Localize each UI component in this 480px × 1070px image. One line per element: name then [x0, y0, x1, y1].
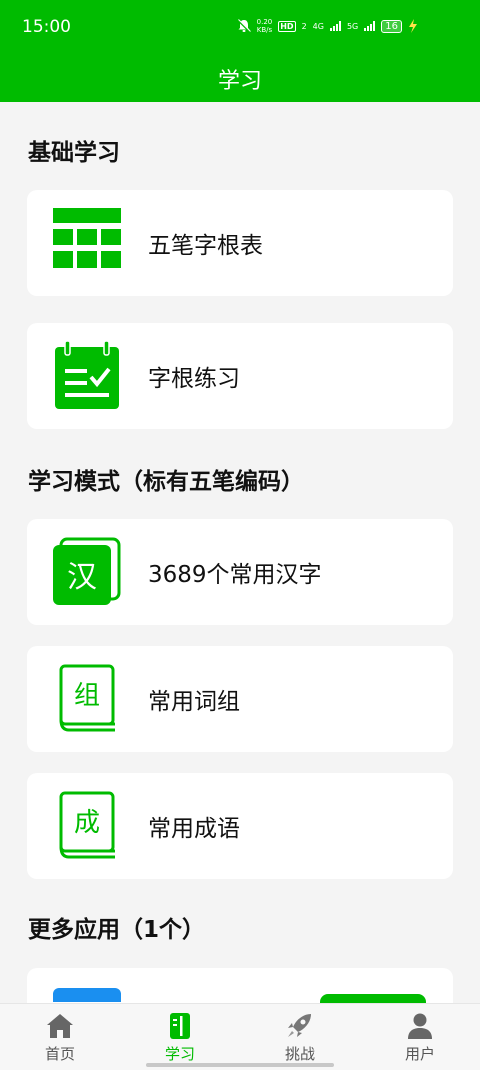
network-4g: 4G: [312, 21, 324, 31]
user-icon: [408, 1013, 432, 1039]
app-icon: [53, 988, 121, 1002]
card-label: 字根练习: [148, 366, 240, 392]
hd-badge: HD: [278, 20, 296, 32]
calendar-check-icon: [55, 341, 119, 409]
home-icon: [47, 1014, 73, 1038]
signal-icon: [364, 21, 376, 31]
nav-challenge[interactable]: 挑战: [240, 1004, 360, 1070]
card-root-practice[interactable]: 字根练习: [27, 323, 453, 429]
han-glyph: 汉: [67, 560, 97, 595]
card-common-phrases[interactable]: 组 常用词组: [27, 646, 453, 752]
home-indicator: [146, 1063, 334, 1067]
zu-glyph: 组: [74, 681, 100, 711]
net-speed: 0.20 KB/s: [256, 18, 273, 34]
mute-bell-icon: [236, 19, 251, 33]
section-title-more: 更多应用（1个）: [28, 917, 206, 943]
page-title: 学习: [217, 69, 262, 94]
card-wubi-table[interactable]: 五笔字根表: [27, 190, 453, 296]
status-time: 15:00: [22, 17, 71, 37]
nav-label: 首页: [44, 1045, 75, 1063]
status-icons: 0.20 KB/s HD 2 4G 5G 16: [236, 18, 418, 34]
card-common-idioms[interactable]: 成 常用成语: [27, 773, 453, 879]
status-bar: 15:00 0.20 KB/s HD 2 4G 5G 16: [0, 0, 480, 56]
nav-label: 挑战: [284, 1045, 315, 1063]
card-label: 常用词组: [148, 689, 240, 715]
nav-study[interactable]: 学习: [120, 1004, 240, 1070]
table-grid-icon: [53, 208, 121, 268]
section-title-mode: 学习模式（标有五笔编码）: [28, 469, 304, 495]
bottom-nav: 首页 学习 挑战 用户: [0, 1003, 480, 1070]
signal-icon: [329, 21, 341, 31]
section-title-basic: 基础学习: [28, 140, 120, 166]
charging-icon: [409, 19, 417, 33]
nav-home[interactable]: 首页: [0, 1004, 120, 1070]
notebook-icon: [170, 1013, 190, 1039]
nav-label: 用户: [404, 1045, 435, 1063]
book-icon: 组: [59, 664, 115, 732]
rocket-icon: [288, 1014, 311, 1037]
card-label: 3689个常用汉字: [148, 562, 322, 588]
network-5g: 5G: [346, 21, 359, 31]
card-label: 五笔字根表: [148, 233, 263, 259]
battery-indicator: 16: [381, 19, 402, 33]
card-label: 常用成语: [148, 816, 240, 842]
sim-index: 2: [301, 21, 307, 31]
cheng-glyph: 成: [74, 808, 100, 838]
book-icon: 成: [59, 791, 115, 859]
app-action-button[interactable]: [320, 994, 426, 1003]
nav-label: 学习: [164, 1045, 195, 1063]
nav-user[interactable]: 用户: [360, 1004, 480, 1070]
app-bar: 学习: [0, 56, 480, 102]
han-character-icon: 汉: [53, 537, 121, 605]
card-common-chars[interactable]: 汉 3689个常用汉字: [27, 519, 453, 625]
